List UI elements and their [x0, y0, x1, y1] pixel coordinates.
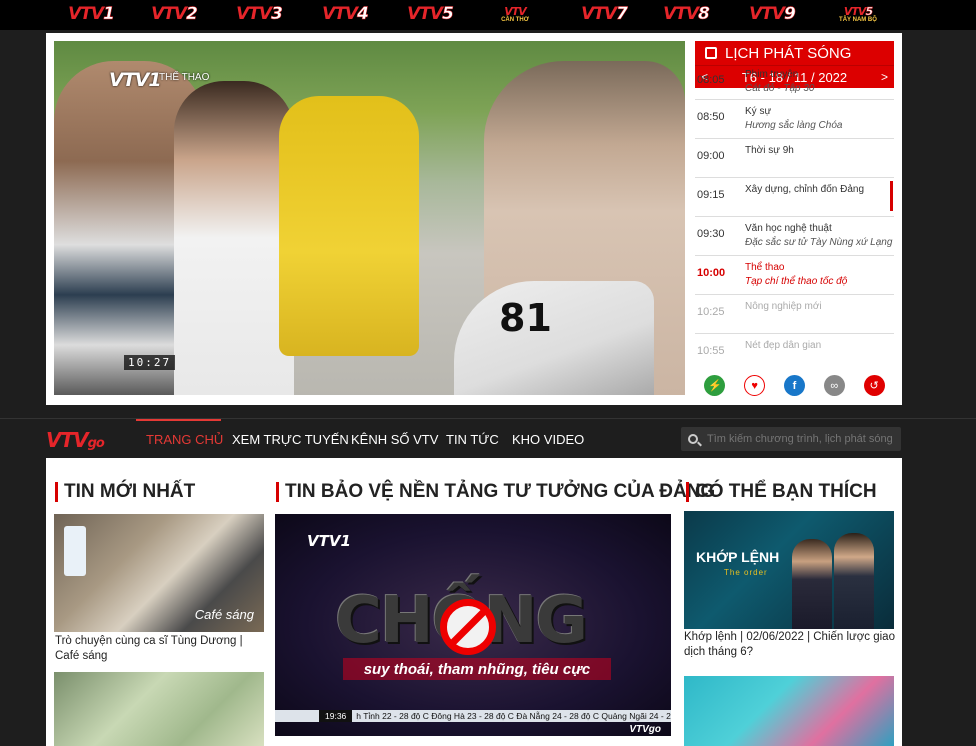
schedule-scrollbar[interactable]: [890, 181, 893, 211]
schedule-program: Ký sự: [745, 106, 772, 117]
thumbnail-overlay-text: Café sáng: [194, 607, 254, 622]
schedule-program: Nét đẹp dân gian: [745, 340, 822, 351]
presenter-figure: [792, 539, 832, 629]
video-car-number: 81: [499, 296, 552, 340]
section-title-suggest: CÓ THỂ BẠN THÍCH: [686, 481, 877, 503]
thumbnail-decor: [64, 526, 86, 576]
thumbnail-subtitle: The order: [724, 568, 768, 577]
nav-digital-channels[interactable]: KÊNH SỐ VTV: [351, 432, 438, 447]
schedule-program: Nông nghiệp mới: [745, 301, 822, 312]
schedule-title: LỊCH PHÁT SÓNG: [725, 44, 852, 62]
schedule-time: 10:00: [697, 267, 726, 279]
channel-bar: VTV1 VTV2 VTV3 VTV4 VTV5 VTV CẦN THƠ VTV7…: [0, 0, 976, 30]
channel-vtv3[interactable]: VTV3: [231, 3, 287, 25]
video-clock: 10:27: [124, 355, 176, 370]
video-figure: [174, 81, 294, 395]
schedule-list: 08:05 Phim truyện Cát đỏ - Tập 30 08:50 K…: [695, 69, 894, 366]
channel-vtv-cantho[interactable]: VTV CẦN THƠ: [495, 3, 535, 25]
schedule-time: 09:30: [697, 228, 725, 240]
schedule-item[interactable]: 09:15 Xây dựng, chỉnh đốn Đảng: [695, 178, 894, 217]
channel-logo-overlay: VTV1: [109, 69, 162, 91]
channel-vtv5-taynambo[interactable]: VTV5 TÂY NAM BỘ: [838, 3, 878, 25]
schedule-time: 09:00: [697, 150, 725, 162]
news-thumbnail[interactable]: [54, 672, 264, 746]
action-bar: ⚡ ♥ f ∞ ↺: [695, 375, 894, 401]
schedule-time: 10:25: [697, 306, 725, 318]
schedule-program: Phim truyện: [745, 69, 799, 80]
suggest-caption[interactable]: Khớp lệnh | 02/06/2022 | Chiến lược giao…: [684, 630, 896, 660]
featured-banner: suy thoái, tham nhũng, tiêu cực: [343, 658, 611, 680]
presenter-figure: [834, 533, 874, 629]
main-nav: VTVgo TRANG CHỦ XEM TRỰC TUYẾN KÊNH SỐ V…: [0, 418, 976, 459]
facebook-icon[interactable]: f: [783, 375, 805, 396]
schedule-time: 08:50: [697, 111, 725, 123]
schedule-item[interactable]: 10:25 Nông nghiệp mới: [695, 295, 894, 334]
ticker-clock: 19:36: [319, 710, 353, 722]
channel-vtv1[interactable]: VTV1: [63, 3, 119, 25]
vtvgo-logo[interactable]: VTVgo: [46, 428, 105, 452]
schedule-item[interactable]: 08:05 Phim truyện Cát đỏ - Tập 30: [695, 69, 894, 100]
channel-logo-subtitle: THỂ THAO: [159, 72, 210, 83]
schedule-episode: Cát đỏ - Tập 30: [745, 83, 815, 94]
nav-live[interactable]: XEM TRỰC TUYẾN: [232, 432, 349, 447]
search-icon[interactable]: [688, 434, 698, 444]
video-race-car: [454, 281, 654, 395]
nav-news[interactable]: TIN TỨC: [446, 432, 499, 447]
schedule-time: 08:05: [697, 74, 725, 86]
section-title-featured: TIN BẢO VỆ NỀN TẢNG TƯ TƯỞNG CỦA ĐẢNG: [276, 481, 715, 503]
schedule-item-live[interactable]: 10:00 Thể thao Tạp chí thể thao tốc độ: [695, 256, 894, 295]
search-input[interactable]: [705, 432, 894, 446]
suggest-thumbnail[interactable]: [684, 676, 894, 746]
channel-vtv8[interactable]: VTV8: [658, 3, 714, 25]
schedule-episode: Đặc sắc sư tử Tày Nùng xứ Lạng: [745, 237, 893, 248]
suggest-thumbnail[interactable]: KHỚP LỆNH The order: [684, 511, 894, 629]
channel-vtv5[interactable]: VTV5: [402, 3, 458, 25]
ticker-text: h Tỉnh 22 - 28 độ C Đông Hà 23 - 28 độ C…: [356, 711, 671, 721]
refresh-icon[interactable]: ↺: [863, 375, 885, 396]
weather-ticker: 19:36 h Tỉnh 22 - 28 độ C Đông Hà 23 - 2…: [275, 710, 671, 722]
channel-vtv7[interactable]: VTV7: [576, 3, 632, 25]
news-thumbnail[interactable]: Café sáng: [54, 514, 264, 632]
nav-video-library[interactable]: KHO VIDEO: [512, 432, 584, 447]
vtvgo-watermark: VTVgo: [629, 724, 661, 735]
channel-vtv4[interactable]: VTV4: [317, 3, 373, 25]
schedule-episode: Tạp chí thể thao tốc độ: [745, 276, 848, 287]
schedule-item[interactable]: 08:50 Ký sự Hương sắc làng Chóa: [695, 100, 894, 139]
video-driver: [279, 96, 419, 356]
schedule-time: 10:55: [697, 345, 725, 357]
section-title-latest: TIN MỚI NHẤT: [55, 481, 195, 503]
news-caption[interactable]: Trò chuyện cùng ca sĩ Tùng Dương | Café …: [55, 634, 267, 664]
channel-vtv2[interactable]: VTV2: [146, 3, 202, 25]
channel-logo-overlay: VTV1: [307, 532, 351, 550]
schedule-episode: Hương sắc làng Chóa: [745, 120, 843, 131]
schedule-program: Thể thao: [745, 262, 785, 273]
schedule-header: LỊCH PHÁT SÓNG: [695, 41, 894, 65]
video-player[interactable]: 81 VTV1 THỂ THAO 10:27: [54, 41, 685, 395]
schedule-program: Thời sự 9h: [745, 145, 794, 156]
featured-thumbnail[interactable]: VTV1 CHỐNG suy thoái, tham nhũng, tiêu c…: [275, 514, 671, 736]
schedule-panel: LỊCH PHÁT SÓNG < T6 - 18 / 11 / 2022 > 0…: [695, 41, 894, 366]
schedule-time: 09:15: [697, 189, 725, 201]
thumbnail-title: KHỚP LỆNH: [696, 549, 780, 565]
schedule-program: Văn học nghệ thuật: [745, 223, 832, 234]
heart-icon[interactable]: ♥: [744, 375, 766, 396]
schedule-item[interactable]: 09:30 Văn học nghệ thuật Đặc sắc sư tử Tà…: [695, 217, 894, 256]
schedule-item[interactable]: 10:55 Nét đẹp dân gian: [695, 334, 894, 366]
search-box: [681, 427, 901, 451]
calendar-icon: [705, 47, 717, 59]
link-icon[interactable]: ∞: [823, 375, 845, 396]
channel-vtv9[interactable]: VTV9: [744, 3, 800, 25]
schedule-item[interactable]: 09:00 Thời sự 9h: [695, 139, 894, 178]
lightning-icon[interactable]: ⚡: [704, 375, 726, 396]
prohibition-icon: [440, 599, 496, 655]
nav-home[interactable]: TRANG CHỦ: [146, 432, 223, 447]
schedule-program: Xây dựng, chỉnh đốn Đảng: [745, 184, 864, 195]
nav-active-indicator: [136, 419, 221, 421]
